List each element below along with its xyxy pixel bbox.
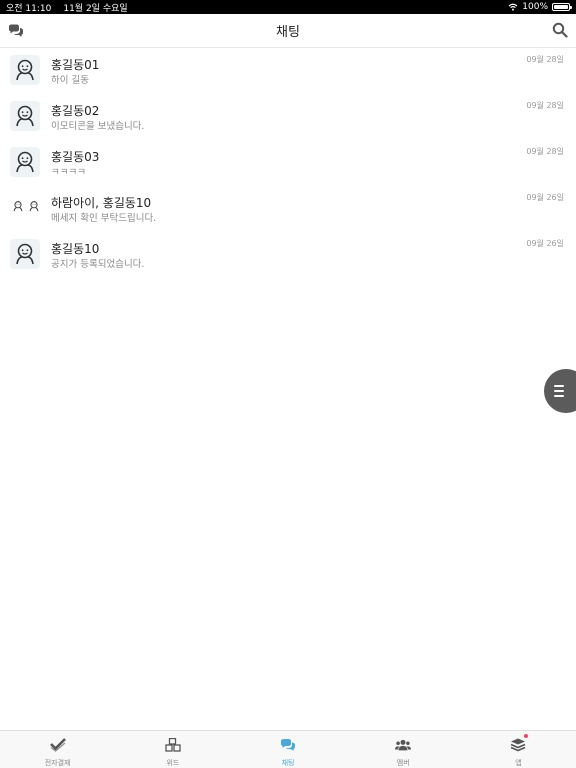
chat-bubbles-icon: [280, 737, 296, 756]
menu-icon: [554, 385, 564, 397]
chat-date: 09월 26일: [526, 239, 564, 248]
nav-bar: 채팅: [0, 14, 576, 48]
status-bar: 오전 11:10 11월 2일 수요일 100%: [0, 0, 576, 14]
chat-preview: 메세지 확인 부탁드립니다.: [51, 213, 157, 224]
chat-date: 09월 28일: [526, 55, 564, 64]
chat-date: 09월 26일: [526, 193, 564, 202]
group-avatar: [12, 200, 40, 212]
avatar: [10, 55, 40, 85]
boxes-icon: [165, 737, 181, 756]
chat-name: 하람아이, 홍길동10: [51, 196, 152, 210]
tab-4[interactable]: 멤버: [346, 731, 461, 768]
chat-name: 홍길동03: [51, 150, 100, 164]
battery-icon: [552, 3, 572, 11]
tab-3[interactable]: 채팅: [230, 731, 345, 768]
notification-badge: [524, 734, 529, 738]
tab-bar: 전자결재 위드 채팅 멤버 앱: [0, 730, 576, 768]
tab-label: 채팅: [281, 759, 295, 767]
wifi-icon: [508, 3, 518, 11]
chat-list-item[interactable]: 홍길동10 공지가 등록되었습니다. 09월 26일: [0, 232, 576, 278]
search-icon[interactable]: [552, 22, 568, 38]
chat-name: 홍길동01: [51, 58, 100, 72]
tab-label: 멤버: [396, 759, 410, 767]
layers-icon: [510, 737, 526, 756]
chat-list: 홍길동01 하이 길동 09월 28일 홍길동02 이모티콘을 보냈습니다. 09월 28…: [0, 48, 576, 278]
battery-percent: 100%: [522, 2, 548, 12]
tab-label: 전자결재: [44, 759, 71, 767]
avatar: [10, 239, 40, 269]
tab-label: 앱: [515, 759, 522, 767]
chat-name: 홍길동02: [51, 104, 100, 118]
tab-2[interactable]: 위드: [115, 731, 230, 768]
members-icon: [395, 737, 412, 756]
chat-bubbles-icon[interactable]: [8, 23, 24, 39]
tab-5[interactable]: 앱: [461, 731, 576, 768]
status-time: 오전 11:10: [6, 3, 52, 14]
chat-list-item[interactable]: 홍길동03 ㅋㅋㅋㅋ 09월 28일: [0, 140, 576, 186]
approval-check-icon: [49, 737, 66, 756]
chat-preview: 하이 길동: [51, 75, 89, 86]
avatar: [10, 101, 40, 131]
floating-menu-button[interactable]: [544, 369, 576, 413]
page-title: 채팅: [276, 25, 300, 40]
chat-name: 홍길동10: [51, 242, 100, 256]
chat-preview: 이모티콘을 보냈습니다.: [51, 121, 145, 132]
tab-label: 위드: [166, 759, 180, 767]
avatar: [10, 147, 40, 177]
chat-date: 09월 28일: [526, 147, 564, 156]
tab-1[interactable]: 전자결재: [0, 731, 115, 768]
chat-date: 09월 28일: [526, 101, 564, 110]
chat-list-item[interactable]: 하람아이, 홍길동10 메세지 확인 부탁드립니다. 09월 26일: [0, 186, 576, 232]
chat-preview: ㅋㅋㅋㅋ: [51, 167, 86, 178]
chat-list-item[interactable]: 홍길동01 하이 길동 09월 28일: [0, 48, 576, 94]
status-date: 11월 2일 수요일: [63, 3, 128, 14]
chat-preview: 공지가 등록되었습니다.: [51, 259, 145, 270]
chat-list-item[interactable]: 홍길동02 이모티콘을 보냈습니다. 09월 28일: [0, 94, 576, 140]
